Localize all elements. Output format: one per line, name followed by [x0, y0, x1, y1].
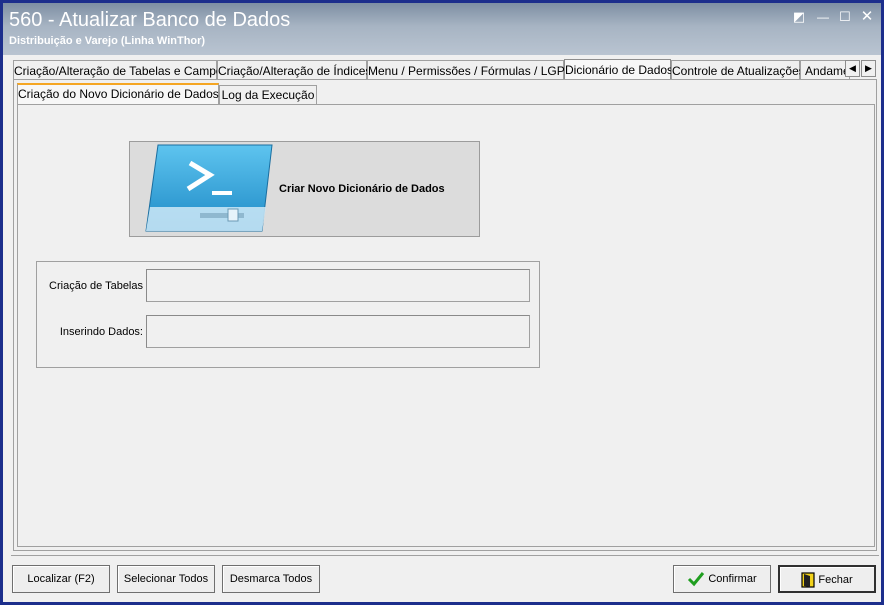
console-icon [145, 144, 273, 232]
scroll-right-icon[interactable]: ▶ [861, 60, 876, 77]
select-all-button[interactable]: Selecionar Todos [117, 565, 215, 593]
check-icon [688, 572, 705, 587]
create-dictionary-button[interactable]: Criar Novo Dicionário de Dados [129, 141, 480, 237]
data-label: Inserindo Dados: [59, 326, 143, 338]
close-button[interactable]: Fechar [778, 565, 876, 593]
close-label: Fechar [818, 574, 853, 586]
main-tab-strip: Criação/Alteração de Tabelas e Campos Cr… [13, 59, 877, 79]
subtab-new-dictionary[interactable]: Criação do Novo Dicionário de Dados [17, 83, 219, 105]
data-progress-field [146, 315, 530, 348]
title-bar[interactable]: 560 - Atualizar Banco de Dados Distribui… [3, 3, 881, 55]
find-button[interactable]: Localizar (F2) [12, 565, 110, 593]
tab-menu-permissions[interactable]: Menu / Permissões / Fórmulas / LGPD [367, 60, 573, 79]
window-title: 560 - Atualizar Banco de Dados [9, 9, 291, 31]
tables-progress-field [146, 269, 530, 302]
main-window: 560 - Atualizar Banco de Dados Distribui… [0, 0, 884, 605]
progress-group: Criação de Tabelas Inserindo Dados: [36, 261, 540, 368]
confirm-button[interactable]: Confirmar [673, 565, 771, 593]
footer-divider [11, 555, 879, 556]
scroll-left-icon[interactable]: ◀ [845, 60, 860, 77]
minimize-icon[interactable]: — [815, 9, 831, 25]
confirm-label: Confirmar [708, 573, 757, 585]
close-icon[interactable]: ✕ [859, 9, 875, 25]
deselect-all-button[interactable]: Desmarca Todos [222, 565, 320, 593]
restore-icon[interactable]: ◩ [791, 9, 807, 25]
subtab-execution-log[interactable]: Log da Execução [219, 85, 317, 104]
create-dictionary-label: Criar Novo Dicionário de Dados [279, 183, 445, 195]
tab-data-dictionary[interactable]: Dicionário de Dados [564, 59, 673, 79]
exit-door-icon [801, 572, 815, 588]
tab-indexes[interactable]: Criação/Alteração de Índices [217, 60, 371, 79]
tables-label: Criação de Tabelas [49, 280, 143, 292]
window-subtitle: Distribuição e Varejo (Linha WinThor) [9, 35, 206, 47]
tab-update-control[interactable]: Controle de Atualizações [671, 60, 805, 79]
tab-progress[interactable]: Andame [800, 60, 850, 79]
tab-tables-fields[interactable]: Criação/Alteração de Tabelas e Campos [13, 60, 229, 79]
maximize-icon[interactable]: ☐ [837, 9, 853, 25]
